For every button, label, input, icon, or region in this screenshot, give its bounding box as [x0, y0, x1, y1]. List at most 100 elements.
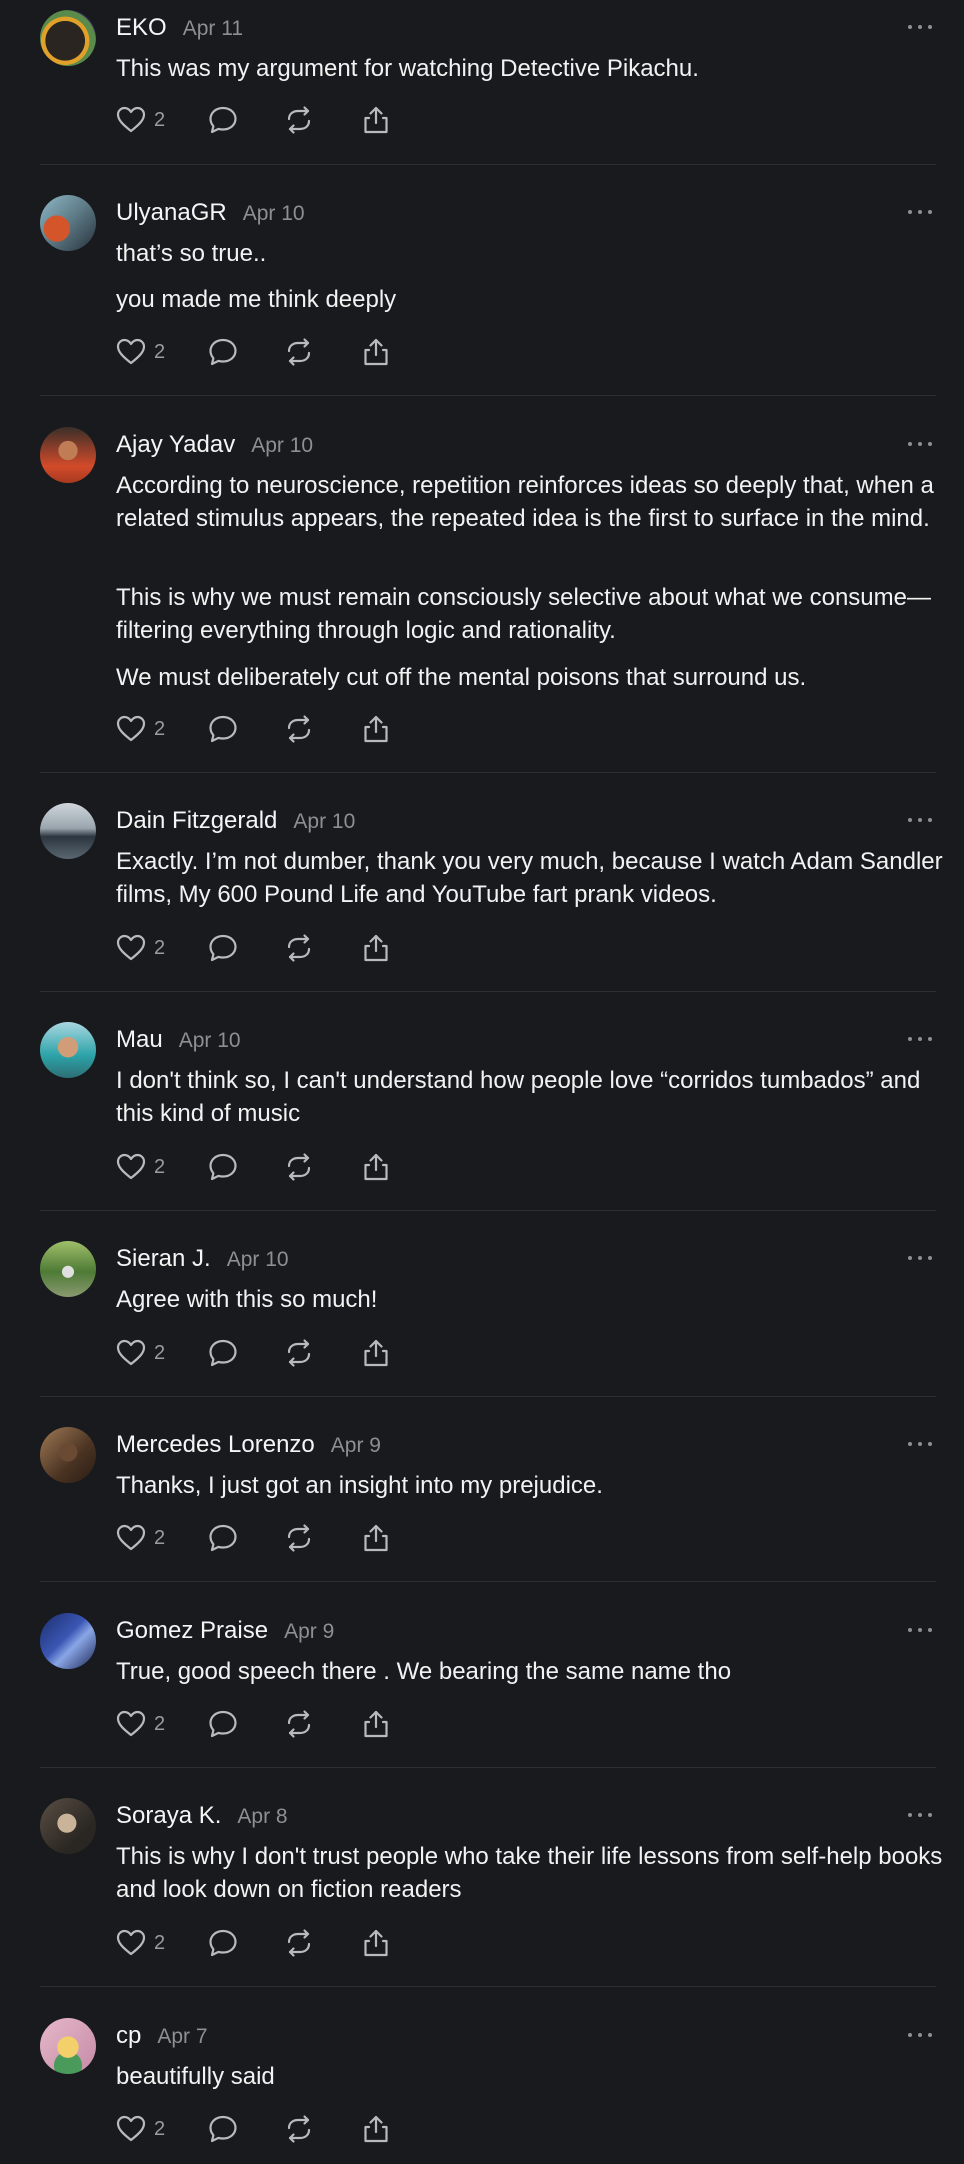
- post-date: Apr 10: [251, 434, 314, 457]
- author-name[interactable]: Gomez Praise: [116, 1617, 268, 1645]
- share-button[interactable]: [361, 336, 391, 368]
- like-button[interactable]: 2: [116, 2113, 165, 2145]
- avatar[interactable]: [40, 803, 96, 859]
- reply-button[interactable]: [208, 1708, 238, 1740]
- like-button[interactable]: 2: [116, 1522, 165, 1554]
- divider: [40, 164, 936, 165]
- avatar[interactable]: [40, 1241, 96, 1297]
- more-options-icon[interactable]: [908, 817, 932, 823]
- post-text: This was my argument for watching Detect…: [116, 52, 946, 85]
- post-text: Agree with this so much!: [116, 1283, 946, 1316]
- like-button[interactable]: 2: [116, 713, 165, 745]
- like-button[interactable]: 2: [116, 1337, 165, 1369]
- repost-button[interactable]: [284, 1927, 314, 1959]
- repost-button[interactable]: [284, 932, 314, 964]
- like-count: 2: [154, 1526, 166, 1549]
- reply-button[interactable]: [208, 336, 238, 368]
- avatar[interactable]: [40, 1022, 96, 1078]
- post-date: Apr 10: [226, 1248, 289, 1271]
- heart-icon: [116, 1710, 146, 1738]
- author-name[interactable]: EKO: [116, 14, 167, 42]
- share-button[interactable]: [361, 1151, 391, 1183]
- avatar[interactable]: [40, 10, 96, 66]
- reply-button[interactable]: [208, 1522, 238, 1554]
- share-button[interactable]: [361, 2113, 391, 2145]
- post-paragraph: you made me think deeply: [116, 286, 397, 313]
- author-name[interactable]: UlyanaGR: [116, 199, 227, 227]
- avatar[interactable]: [40, 195, 96, 251]
- more-options-icon[interactable]: [908, 1036, 932, 1042]
- more-options-icon[interactable]: [908, 209, 932, 215]
- like-button[interactable]: 2: [116, 932, 165, 964]
- repost-button[interactable]: [284, 2113, 314, 2145]
- reply-button[interactable]: [208, 932, 238, 964]
- post-header: cp Apr 7: [116, 2022, 208, 2050]
- author-name[interactable]: cp: [116, 2022, 141, 2050]
- reply-button[interactable]: [208, 1927, 238, 1959]
- action-bar: 2: [116, 932, 416, 964]
- like-button[interactable]: 2: [116, 1151, 165, 1183]
- share-button[interactable]: [361, 1522, 391, 1554]
- more-options-icon[interactable]: [908, 1627, 932, 1633]
- heart-icon: [116, 934, 146, 962]
- avatar[interactable]: [40, 2018, 96, 2074]
- avatar[interactable]: [40, 1427, 96, 1483]
- like-button[interactable]: 2: [116, 1927, 165, 1959]
- author-name[interactable]: Sieran J.: [116, 1245, 211, 1273]
- repost-icon: [284, 337, 314, 367]
- repost-button[interactable]: [284, 713, 314, 745]
- repost-button[interactable]: [284, 1522, 314, 1554]
- like-button[interactable]: 2: [116, 104, 165, 136]
- share-button[interactable]: [361, 104, 391, 136]
- heart-icon: [116, 1153, 146, 1181]
- like-count: 2: [154, 1931, 166, 1954]
- like-count: 2: [154, 1712, 166, 1735]
- divider: [40, 1986, 936, 1987]
- reply-button[interactable]: [208, 2113, 238, 2145]
- avatar[interactable]: [40, 1613, 96, 1669]
- repost-button[interactable]: [284, 336, 314, 368]
- share-button[interactable]: [361, 932, 391, 964]
- share-icon: [361, 1152, 391, 1182]
- more-options-icon[interactable]: [908, 24, 932, 30]
- repost-button[interactable]: [284, 1708, 314, 1740]
- more-options-icon[interactable]: [908, 441, 932, 447]
- author-name[interactable]: Ajay Yadav: [116, 431, 235, 459]
- post-header: UlyanaGR Apr 10: [116, 199, 305, 227]
- reply-button[interactable]: [208, 713, 238, 745]
- action-bar: 2: [116, 1927, 416, 1959]
- like-button[interactable]: 2: [116, 336, 165, 368]
- avatar[interactable]: [40, 1798, 96, 1854]
- reply-button[interactable]: [208, 104, 238, 136]
- share-button[interactable]: [361, 713, 391, 745]
- more-options-icon[interactable]: [908, 1255, 932, 1261]
- author-name[interactable]: Soraya K.: [116, 1802, 221, 1830]
- share-icon: [361, 105, 391, 135]
- share-icon: [361, 1523, 391, 1553]
- post-text: you made me think deeply: [116, 283, 946, 316]
- post-header: Ajay Yadav Apr 10: [116, 431, 313, 459]
- reply-button[interactable]: [208, 1337, 238, 1369]
- repost-button[interactable]: [284, 1151, 314, 1183]
- share-button[interactable]: [361, 1927, 391, 1959]
- repost-button[interactable]: [284, 104, 314, 136]
- author-name[interactable]: Mercedes Lorenzo: [116, 1431, 315, 1459]
- repost-icon: [284, 1523, 314, 1553]
- avatar[interactable]: [40, 427, 96, 483]
- more-options-icon[interactable]: [908, 1441, 932, 1447]
- reply-button[interactable]: [208, 1151, 238, 1183]
- author-name[interactable]: Dain Fitzgerald: [116, 807, 277, 835]
- share-button[interactable]: [361, 1708, 391, 1740]
- post-header: EKO Apr 11: [116, 14, 243, 42]
- divider: [40, 395, 936, 396]
- heart-icon: [116, 715, 146, 743]
- more-options-icon[interactable]: [908, 1812, 932, 1818]
- share-button[interactable]: [361, 1337, 391, 1369]
- like-count: 2: [154, 108, 166, 131]
- like-button[interactable]: 2: [116, 1708, 165, 1740]
- author-name[interactable]: Mau: [116, 1026, 163, 1054]
- more-options-icon[interactable]: [908, 2032, 932, 2038]
- comment-icon: [208, 933, 238, 963]
- post-date: Apr 10: [178, 1029, 241, 1052]
- repost-button[interactable]: [284, 1337, 314, 1369]
